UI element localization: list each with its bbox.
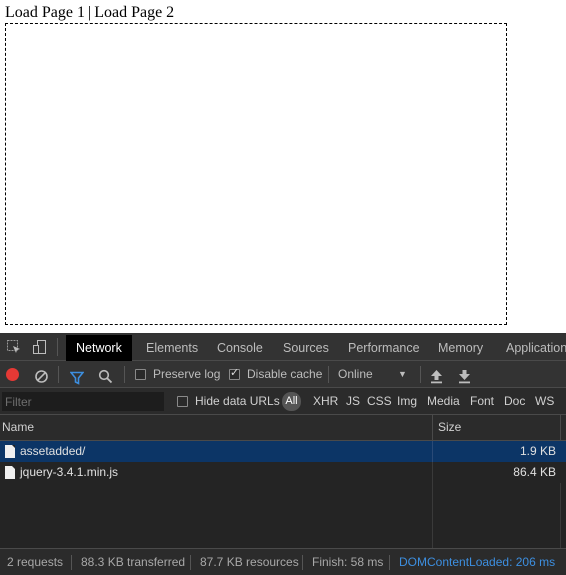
type-filter-css[interactable]: CSS <box>367 388 392 415</box>
type-filter-xhr[interactable]: XHR <box>313 388 338 415</box>
status-dom-content-loaded: DOMContentLoaded: 206 ms <box>399 555 556 569</box>
status-transferred: 88.3 KB transferred <box>81 555 186 569</box>
page-links: Load Page 1 | Load Page 2 <box>5 4 174 22</box>
status-divider <box>190 555 191 570</box>
filter-icon[interactable] <box>69 368 85 385</box>
toolbar-divider <box>420 366 421 383</box>
throttling-select[interactable]: Online ▼ <box>338 361 412 388</box>
disable-cache-checkbox[interactable] <box>229 366 240 380</box>
disable-cache-label: Disable cache <box>247 367 323 381</box>
type-filter-doc[interactable]: Doc <box>504 388 525 415</box>
type-filter-ws[interactable]: WS <box>535 388 554 415</box>
request-name: assetadded/ <box>20 444 86 458</box>
toolbar-divider <box>58 366 59 383</box>
type-filter-all[interactable]: All <box>282 392 301 411</box>
chevron-down-icon: ▼ <box>398 369 407 379</box>
type-filter-font[interactable]: Font <box>470 388 494 415</box>
toolbar-divider <box>124 366 125 383</box>
request-name: jquery-3.4.1.min.js <box>20 465 119 479</box>
request-size: 86.4 KB <box>513 465 556 479</box>
tab-sources[interactable]: Sources <box>273 335 339 361</box>
tabbar-divider <box>57 338 58 356</box>
device-toolbar-icon[interactable] <box>32 339 48 355</box>
table-row[interactable]: assetadded/ 1.9 KB <box>0 441 566 462</box>
tab-application[interactable]: Application <box>496 335 566 361</box>
request-size: 1.9 KB <box>519 444 556 458</box>
status-resources: 87.7 KB resources <box>200 555 299 569</box>
content-container <box>5 23 507 325</box>
column-divider <box>560 483 561 548</box>
tab-network[interactable]: Network <box>66 335 132 361</box>
hide-data-urls-label: Hide data URLs <box>195 394 280 408</box>
status-finish: Finish: 58 ms <box>312 555 384 569</box>
column-divider <box>560 415 561 440</box>
tab-memory[interactable]: Memory <box>428 335 493 361</box>
hide-data-urls-checkbox[interactable] <box>177 396 188 407</box>
table-row[interactable]: jquery-3.4.1.min.js 86.4 KB <box>0 462 566 483</box>
link-separator: | <box>87 4 92 21</box>
preserve-log-checkbox[interactable] <box>135 369 146 380</box>
record-icon[interactable] <box>6 368 19 381</box>
network-toolbar: Preserve log Disable cache Online ▼ <box>0 361 566 388</box>
clear-icon[interactable] <box>34 367 49 383</box>
filter-row: Hide data URLs All XHR JS CSS Img Media … <box>0 388 566 415</box>
throttling-value: Online <box>338 367 373 381</box>
column-header-name[interactable]: Name <box>2 415 34 440</box>
document-icon <box>5 445 15 458</box>
search-icon[interactable] <box>98 367 113 384</box>
devtools-tabbar: Network Elements Console Sources Perform… <box>0 333 566 361</box>
status-divider <box>389 555 390 570</box>
tab-console[interactable]: Console <box>207 335 273 361</box>
type-filter-media[interactable]: Media <box>427 388 460 415</box>
column-divider <box>432 415 433 440</box>
status-requests: 2 requests <box>7 555 64 569</box>
status-bar: 2 requests 88.3 KB transferred 87.7 KB r… <box>0 548 566 575</box>
tab-elements[interactable]: Elements <box>136 335 208 361</box>
tab-performance[interactable]: Performance <box>338 335 430 361</box>
preserve-log-label: Preserve log <box>153 367 221 381</box>
inspect-element-icon[interactable] <box>6 339 22 355</box>
status-divider <box>302 555 303 570</box>
column-header-size[interactable]: Size <box>438 415 461 440</box>
column-divider <box>432 441 433 462</box>
column-divider <box>432 462 433 483</box>
table-empty-area <box>0 483 566 548</box>
load-page-2-link[interactable]: Load Page 2 <box>94 4 174 21</box>
export-har-icon[interactable] <box>458 367 471 384</box>
type-filter-js[interactable]: JS <box>346 388 360 415</box>
status-divider <box>71 555 72 570</box>
toolbar-divider <box>328 366 329 383</box>
devtools-panel: Network Elements Console Sources Perform… <box>0 333 566 575</box>
import-har-icon[interactable] <box>430 367 443 384</box>
requests-table-header: Name Size <box>0 415 566 441</box>
script-file-icon <box>5 466 15 479</box>
load-page-1-link[interactable]: Load Page 1 <box>5 4 85 21</box>
type-filter-img[interactable]: Img <box>397 388 417 415</box>
filter-input[interactable] <box>2 392 164 411</box>
column-divider <box>432 483 433 548</box>
